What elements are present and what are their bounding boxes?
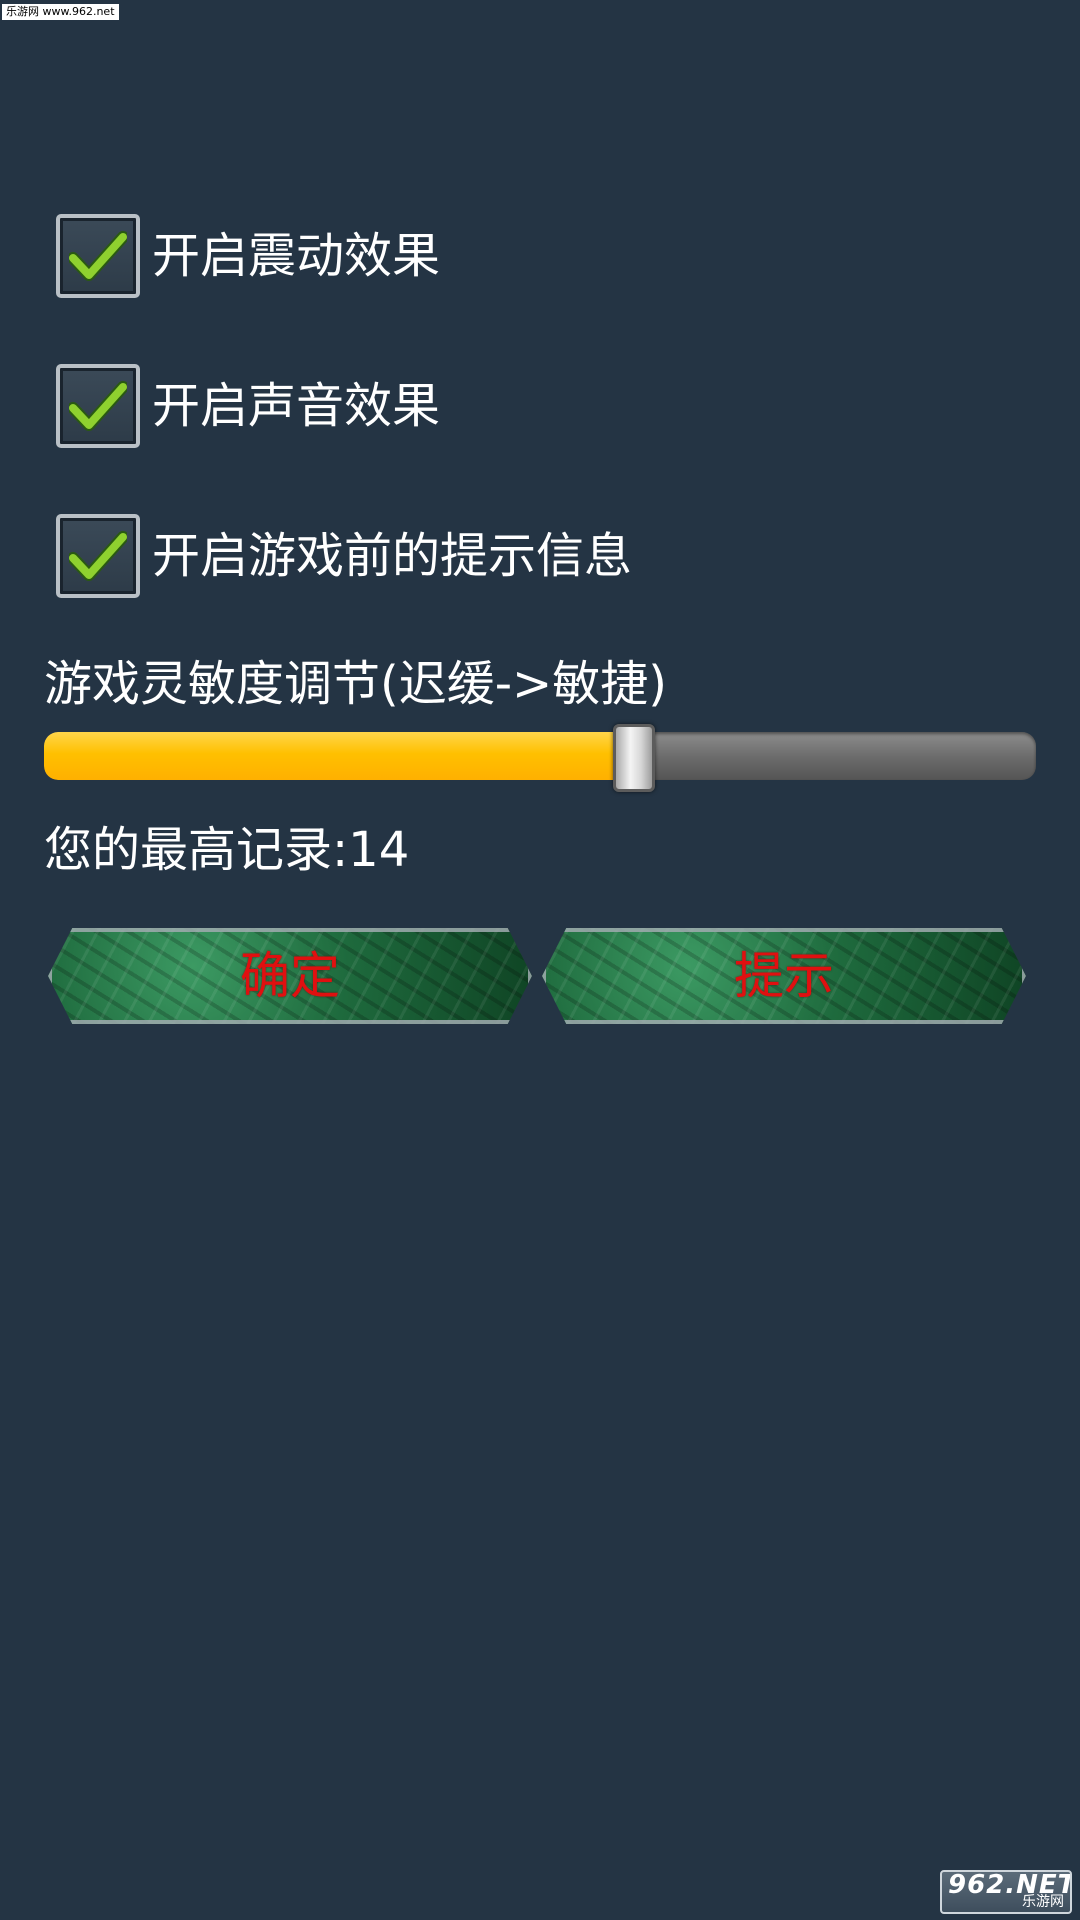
- checkmark-icon: [69, 531, 127, 581]
- top-watermark: 乐游网 www.962.net: [2, 4, 119, 20]
- pregame-tips-label: 开启游戏前的提示信息: [152, 528, 633, 584]
- sensitivity-slider-track[interactable]: [44, 732, 1036, 780]
- option-vibration[interactable]: 开启震动效果: [56, 210, 440, 302]
- hint-button-label: 提示: [734, 947, 834, 1005]
- option-sound[interactable]: 开启声音效果: [56, 360, 440, 452]
- sensitivity-slider-fill: [44, 732, 635, 780]
- vibration-checkbox[interactable]: [56, 214, 140, 298]
- sensitivity-slider-thumb[interactable]: [613, 724, 656, 792]
- high-score-text: 您的最高记录:14: [44, 822, 410, 878]
- sound-label: 开启声音效果: [152, 378, 441, 434]
- watermark-logo-sub: 乐游网: [1022, 1894, 1064, 1910]
- option-pregame-tips[interactable]: 开启游戏前的提示信息: [56, 510, 632, 602]
- confirm-button[interactable]: 确定: [48, 928, 532, 1024]
- checkmark-icon: [69, 231, 127, 281]
- sensitivity-title: 游戏灵敏度调节(迟缓->敏捷): [44, 656, 667, 712]
- sound-checkbox[interactable]: [56, 364, 140, 448]
- hint-button[interactable]: 提示: [542, 928, 1026, 1024]
- pregame-tips-checkbox[interactable]: [56, 514, 140, 598]
- watermark-logo: 962.NET 乐游网: [940, 1870, 1072, 1914]
- checkmark-icon: [69, 381, 127, 431]
- confirm-button-label: 确定: [240, 947, 340, 1005]
- vibration-label: 开启震动效果: [152, 228, 441, 284]
